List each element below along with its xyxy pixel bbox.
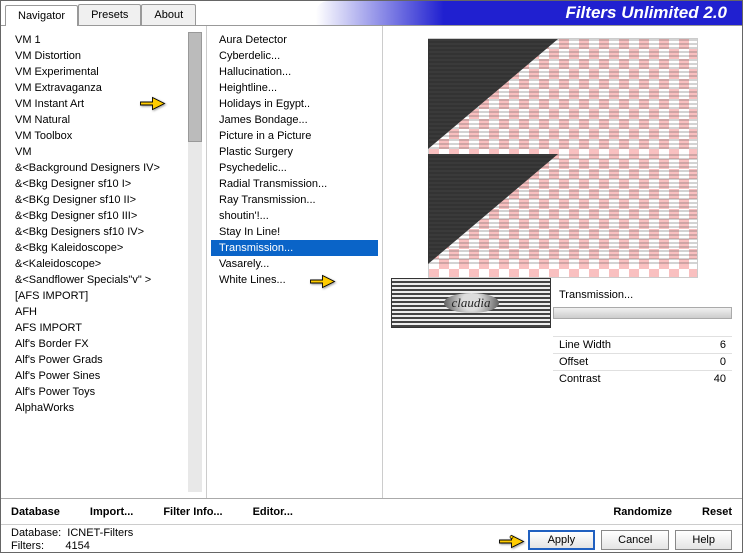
filter-item[interactable]: James Bondage... <box>211 112 378 128</box>
category-item[interactable]: VM 1 <box>11 32 186 48</box>
filter-item[interactable]: shoutin'!... <box>211 208 378 224</box>
toolbar-randomize-button[interactable]: Randomize <box>613 506 672 518</box>
toolbar-filterinfo-button[interactable]: Filter Info... <box>163 506 222 518</box>
param-row[interactable]: Line Width 6 <box>553 336 732 353</box>
toolbar-reset-button[interactable]: Reset <box>702 506 732 518</box>
toolbar-database-button[interactable]: Database <box>11 506 60 518</box>
toolbar-editor-button[interactable]: Editor... <box>253 506 293 518</box>
title-bar: Filters Unlimited 2.0 <box>316 1 742 25</box>
category-item[interactable]: &<Bkg Kaleidoscope> <box>11 240 186 256</box>
filter-item[interactable]: White Lines... <box>211 272 378 288</box>
progress-bar <box>553 307 732 319</box>
filter-header: Transmission... <box>553 286 732 319</box>
param-row[interactable]: Contrast 40 <box>553 370 732 387</box>
category-item[interactable]: &<Background Designers IV> <box>11 160 186 176</box>
param-value: 0 <box>720 356 726 368</box>
filter-item[interactable]: Ray Transmission... <box>211 192 378 208</box>
cancel-button[interactable]: Cancel <box>601 530 669 550</box>
param-label: Offset <box>559 356 588 368</box>
tab-navigator[interactable]: Navigator <box>5 5 78 26</box>
category-item[interactable]: VM Experimental <box>11 64 186 80</box>
category-item[interactable]: &<Kaleidoscope> <box>11 256 186 272</box>
param-value: 6 <box>720 339 726 351</box>
category-item[interactable]: AFS IMPORT <box>11 320 186 336</box>
toolbar: Database Import... Filter Info... Editor...… <box>1 498 742 524</box>
category-item[interactable]: &<Sandflower Specials"v" > <box>11 272 186 288</box>
category-item[interactable]: &<BKg Designer sf10 II> <box>11 192 186 208</box>
category-scrollbar[interactable] <box>188 32 202 492</box>
apply-button[interactable]: Apply <box>528 530 596 550</box>
toolbar-import-button[interactable]: Import... <box>90 506 133 518</box>
category-item[interactable]: Alf's Border FX <box>11 336 186 352</box>
filter-item[interactable]: Stay In Line! <box>211 224 378 240</box>
category-item[interactable]: VM Distortion <box>11 48 186 64</box>
main-area: VM 1VM DistortionVM ExperimentalVM Extra… <box>1 26 742 498</box>
scrollbar-thumb[interactable] <box>188 32 202 142</box>
pointer-icon <box>139 91 169 113</box>
param-label: Contrast <box>559 373 601 385</box>
filter-name-label: Transmission... <box>553 286 732 304</box>
category-item[interactable]: AFH <box>11 304 186 320</box>
filter-item[interactable]: Picture in a Picture <box>211 128 378 144</box>
filter-item[interactable]: Psychedelic... <box>211 160 378 176</box>
category-item[interactable]: &<Bkg Designer sf10 III> <box>11 208 186 224</box>
filter-item[interactable]: Holidays in Egypt.. <box>211 96 378 112</box>
category-item[interactable]: Alf's Power Toys <box>11 384 186 400</box>
param-label: Line Width <box>559 339 611 351</box>
category-item[interactable]: Alf's Power Sines <box>11 368 186 384</box>
category-item[interactable]: [AFS IMPORT] <box>11 288 186 304</box>
param-row[interactable]: Offset 0 <box>553 353 732 370</box>
header: NavigatorPresetsAbout Filters Unlimited … <box>1 1 742 26</box>
help-button[interactable]: Help <box>675 530 732 550</box>
category-item[interactable]: AlphaWorks <box>11 400 186 416</box>
tab-bar: NavigatorPresetsAbout <box>1 1 196 25</box>
author-badge-text: claudia <box>444 293 499 313</box>
category-item[interactable]: Alf's Power Grads <box>11 352 186 368</box>
category-item[interactable]: VM Natural <box>11 112 186 128</box>
pointer-icon <box>309 269 339 291</box>
parameters: Line Width 6 Offset 0 Contrast 40 <box>553 336 732 387</box>
category-item[interactable]: &<Bkg Designer sf10 I> <box>11 176 186 192</box>
filter-item[interactable]: Heightline... <box>211 80 378 96</box>
author-badge: claudia <box>391 278 551 328</box>
filter-item[interactable]: Hallucination... <box>211 64 378 80</box>
status-bar: Database: ICNET-Filters Filters: 4154 Ap… <box>1 524 742 554</box>
tab-presets[interactable]: Presets <box>78 4 141 25</box>
preview-image <box>428 38 698 278</box>
category-item[interactable]: VM Toolbox <box>11 128 186 144</box>
filter-item[interactable]: Vasarely... <box>211 256 378 272</box>
status-text: Database: ICNET-Filters Filters: 4154 <box>11 527 133 553</box>
filter-item[interactable]: Radial Transmission... <box>211 176 378 192</box>
pointer-icon <box>498 529 528 551</box>
filter-list[interactable]: Aura DetectorCyberdelic...Hallucination.… <box>207 26 382 498</box>
tab-about[interactable]: About <box>141 4 196 25</box>
preview-panel: claudia Transmission... Line Width 6 Offse… <box>383 26 742 498</box>
filter-item[interactable]: Aura Detector <box>211 32 378 48</box>
filter-item[interactable]: Cyberdelic... <box>211 48 378 64</box>
filter-item[interactable]: Transmission... <box>211 240 378 256</box>
category-panel: VM 1VM DistortionVM ExperimentalVM Extra… <box>1 26 206 498</box>
category-item[interactable]: VM <box>11 144 186 160</box>
param-value: 40 <box>714 373 726 385</box>
category-item[interactable]: &<Bkg Designers sf10 IV> <box>11 224 186 240</box>
filter-item[interactable]: Plastic Surgery <box>211 144 378 160</box>
